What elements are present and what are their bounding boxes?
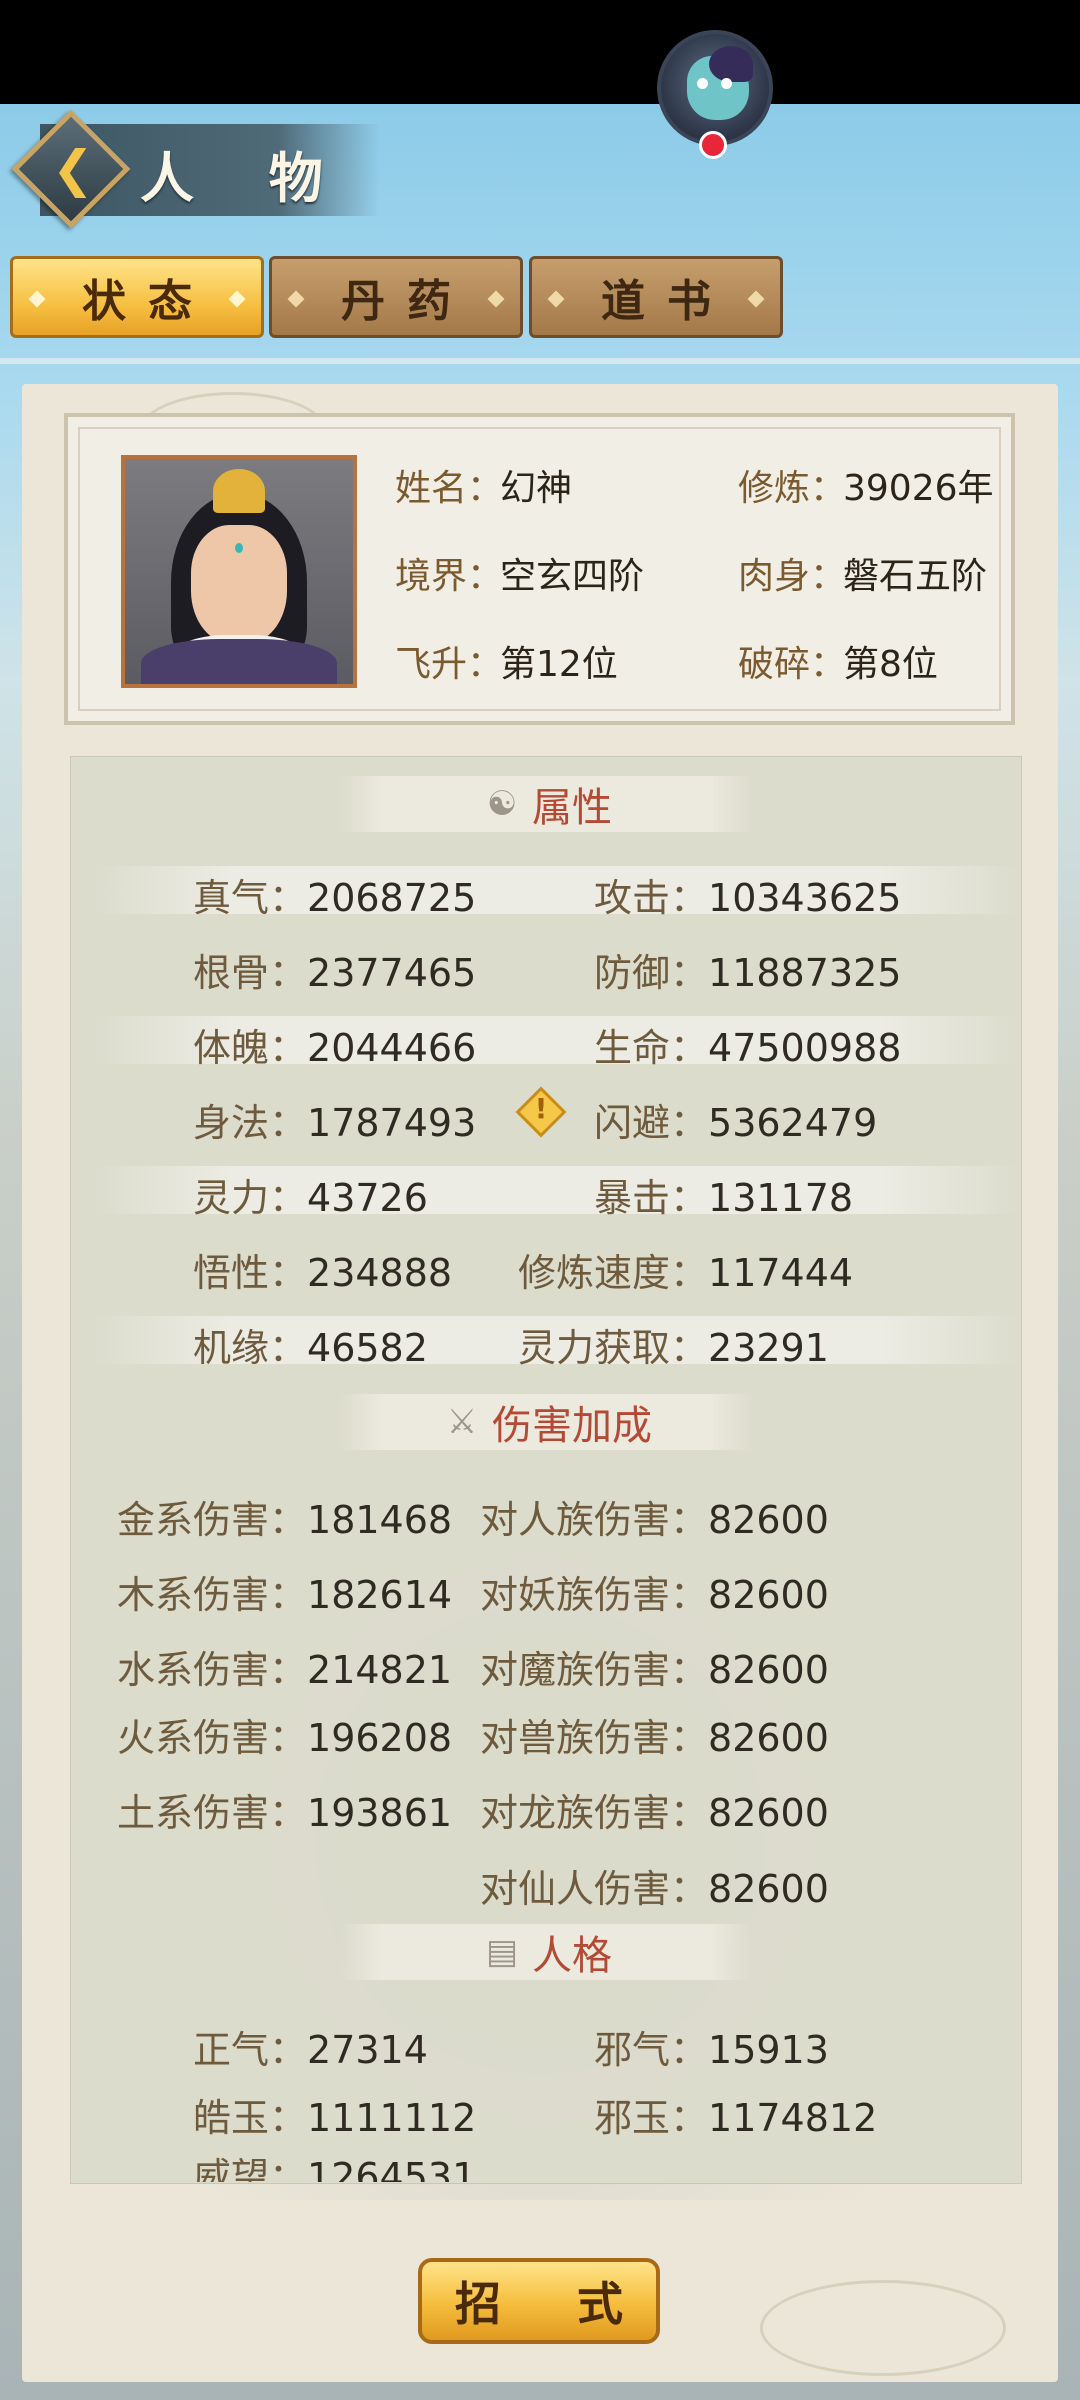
stat-attack: 攻击：10343625 — [594, 876, 902, 920]
damage-vs-dragon: 对龙族伤害：82600 — [480, 1791, 829, 1835]
damage-earth: 土系伤害：193861 — [117, 1791, 453, 1835]
stat-root-bone: 根骨：2377465 — [193, 951, 477, 995]
personality-jade-evil: 邪玉：1174812 — [594, 2096, 878, 2140]
tab-status[interactable]: 状态 — [10, 256, 264, 338]
profile-body-label: 肉身： — [738, 556, 847, 597]
personality-prestige: 威望：1264531 — [193, 2155, 477, 2182]
tab-label: 状态 — [82, 276, 214, 327]
damage-vs-immortal: 对仙人伤害：82600 — [480, 1867, 829, 1911]
back-button[interactable]: ❮ — [11, 109, 131, 229]
crossed-swords-icon: ⚔ — [446, 1402, 478, 1442]
tab-label: 丹药 — [341, 276, 473, 327]
stat-cultivation-speed: 修炼速度：117444 — [518, 1251, 854, 1295]
warning-diamond-icon[interactable]: ! — [515, 1086, 567, 1138]
stat-zhenqi: 真气：2068725 — [193, 876, 477, 920]
notification-dot — [699, 131, 727, 159]
section-title: 属性 — [532, 785, 612, 831]
stat-comprehension: 悟性：234888 — [193, 1251, 453, 1295]
profile-cultivation-value: 39026年 — [843, 468, 994, 509]
section-header-personality: ▤ 人格 — [340, 1924, 752, 1980]
tab-books[interactable]: 道书 — [529, 256, 783, 338]
damage-vs-human: 对人族伤害：82600 — [480, 1498, 829, 1542]
character-portrait — [121, 455, 357, 688]
profile-ascension-value: 第12位 — [500, 644, 618, 685]
tab-label: 道书 — [601, 276, 733, 327]
damage-vs-demon-yao: 对妖族伤害：82600 — [480, 1573, 829, 1617]
profile-name-value: 幻神 — [500, 468, 573, 509]
damage-metal: 金系伤害：181468 — [117, 1498, 453, 1542]
status-bar — [0, 0, 1080, 104]
stat-dodge: 闪避：5362479 — [594, 1101, 878, 1145]
profile-name-label: 姓名： — [395, 468, 504, 509]
section-header-damage: ⚔ 伤害加成 — [340, 1394, 752, 1450]
personality-righteous: 正气：27314 — [193, 2028, 428, 2072]
scroll-icon: ▤ — [485, 1932, 519, 1972]
stat-agility: 身法：1787493 — [193, 1101, 477, 1145]
scroll-clip: 威望：1264531 — [70, 2146, 1022, 2182]
divider — [0, 358, 1080, 364]
page-title: 人 物 — [140, 146, 351, 210]
profile-body-value: 磐石五阶 — [843, 556, 988, 597]
damage-vs-demon-mo: 对魔族伤害：82600 — [480, 1648, 829, 1692]
profile-realm-label: 境界： — [395, 556, 504, 597]
profile-ascension-label: 飞升： — [395, 644, 504, 685]
yin-yang-icon: ☯ — [486, 784, 518, 824]
damage-water: 水系伤害：214821 — [117, 1648, 453, 1692]
personality-jade-light: 皓玉：1111112 — [193, 2096, 477, 2140]
stat-defense: 防御：11887325 — [594, 951, 902, 995]
section-title: 人格 — [532, 1933, 612, 1979]
stat-life: 生命：47500988 — [594, 1026, 902, 1070]
profile-shatter-label: 破碎： — [738, 644, 847, 685]
stat-spirit-gain: 灵力获取：23291 — [518, 1326, 829, 1370]
section-title: 伤害加成 — [492, 1403, 652, 1449]
skills-button[interactable]: 招 式 — [418, 2258, 660, 2344]
personality-evil: 邪气：15913 — [594, 2028, 829, 2072]
stat-fortune: 机缘：46582 — [193, 1326, 428, 1370]
damage-wood: 木系伤害：182614 — [117, 1573, 453, 1617]
stat-crit: 暴击：131178 — [594, 1176, 854, 1220]
profile-realm-value: 空玄四阶 — [500, 556, 645, 597]
profile-cultivation-label: 修炼： — [738, 468, 847, 509]
damage-fire: 火系伤害：196208 — [117, 1716, 453, 1760]
mascot-avatar-icon[interactable] — [657, 30, 773, 146]
profile-shatter-value: 第8位 — [843, 644, 938, 685]
stat-physique: 体魄：2044466 — [193, 1026, 477, 1070]
cloud-ornament — [760, 2280, 1006, 2376]
damage-vs-beast: 对兽族伤害：82600 — [480, 1716, 829, 1760]
stat-spirit: 灵力：43726 — [193, 1176, 428, 1220]
chevron-left-icon: ❮ — [52, 140, 94, 198]
tab-pills[interactable]: 丹药 — [269, 256, 523, 338]
section-header-attributes: ☯ 属性 — [340, 776, 752, 832]
